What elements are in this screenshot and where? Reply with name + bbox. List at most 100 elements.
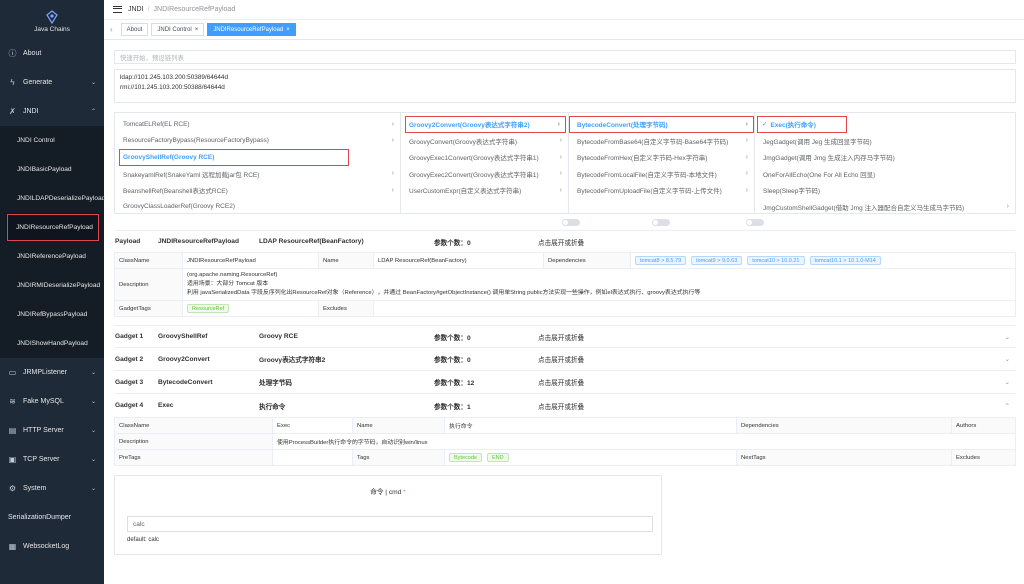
sidebar-item-websocketlog[interactable]: ▦ WebsocketLog: [0, 532, 104, 561]
chevron-down-icon: ⌄: [90, 457, 96, 463]
sidebar-item-jndi-resourceref[interactable]: JNDIResourceRefPayload: [6, 213, 100, 242]
sidebar-item-tcp-server[interactable]: ▣ TCP Server ⌄: [0, 445, 104, 474]
cascader-option[interactable]: ResourceFactoryBypass(ResourceFactoryByp…: [115, 133, 400, 150]
nexttags-label: NextTags: [736, 449, 952, 466]
cascader-option-selected[interactable]: ✓ Exec(执行命令): [757, 116, 847, 133]
tab-jndi-control[interactable]: JNDI Control ×: [151, 23, 205, 36]
cascader-option[interactable]: JmgGadget(调用 Jmg 生成注入内存马字节码): [755, 149, 1015, 166]
pretags-value: [272, 449, 353, 466]
check-icon: ✓: [762, 121, 768, 129]
close-icon[interactable]: ×: [286, 27, 290, 33]
gadget-row-2[interactable]: Gadget 2 Groovy2Convert Groovy表达式字符串2 参数…: [114, 348, 1016, 371]
sidebar-item-jndi-basic[interactable]: JNDIBasicPayload: [0, 155, 104, 184]
payload-name: JNDIResourceRefPayload: [158, 238, 239, 245]
main-content: 快速开始，预设链列表 ldap://101.245.103.200:50389/…: [104, 40, 1024, 584]
chevron-up-icon[interactable]: ⌃: [1004, 402, 1010, 410]
expand-toggle[interactable]: 点击展开或折叠: [538, 401, 584, 411]
switch-row: [114, 214, 1016, 230]
tab-about[interactable]: About: [120, 23, 149, 36]
cmd-input[interactable]: calc: [127, 516, 653, 532]
hamburger-icon[interactable]: [113, 6, 122, 13]
cascader-option[interactable]: BeanshellRef(Beanshell表达式RCE) ›: [115, 182, 400, 199]
sidebar-item-system[interactable]: ⚙ System ⌄: [0, 474, 104, 503]
cascader-option-selected[interactable]: GroovyShellRef(Groovy RCE): [119, 149, 349, 166]
chevron-right-icon: ›: [745, 186, 748, 194]
sidebar-item-generate[interactable]: ϟ Generate ⌄: [0, 68, 104, 97]
expand-toggle[interactable]: 点击展开或折叠: [538, 332, 584, 342]
expand-toggle[interactable]: 点击展开或折叠: [538, 237, 584, 247]
cascader-option[interactable]: JegGadget(调用 Jeg 生成回显字节码): [755, 133, 1015, 150]
navbar: JNDI / JNDIResourceRefPayload: [104, 0, 1024, 20]
sidebar-item-jndi-rmi-deserialize[interactable]: JNDIRMIDeserializePayload: [0, 271, 104, 300]
sidebar-item-serializationdumper[interactable]: SerializationDumper: [0, 503, 104, 532]
cascader-option[interactable]: SnakeyamlRef(SnakeYaml 远程加载jar包 RCE) ›: [115, 166, 400, 183]
chain-logo-icon: [46, 9, 58, 24]
breadcrumb-jndi[interactable]: JNDI: [128, 6, 144, 13]
cascader-option[interactable]: BytecodeFromUploadFile(自定义字节码-上传文件) ›: [569, 182, 754, 199]
cascader-option[interactable]: JmgCustomShellGadget(借助 Jmg 注入器配合自定义马生成马…: [755, 199, 1015, 216]
chevron-down-icon[interactable]: ⌄: [1004, 333, 1010, 341]
chevron-down-icon[interactable]: ⌄: [1004, 378, 1010, 386]
info-icon: ⓘ: [8, 49, 17, 58]
toggle-switch-2[interactable]: [652, 218, 670, 226]
chevron-down-icon[interactable]: ⌄: [1004, 355, 1010, 363]
cmd-default-hint: default: calc: [127, 537, 160, 543]
expand-toggle[interactable]: 点击展开或折叠: [538, 377, 584, 387]
expand-toggle[interactable]: 点击展开或折叠: [538, 354, 584, 364]
cascader-option[interactable]: BytecodeFromLocalFile(自定义字节码-本地文件) ›: [569, 166, 754, 183]
chevron-right-icon: ›: [391, 186, 394, 194]
sidebar-item-jndi-ldap-deserialize[interactable]: JNDILDAPDeserializePayload: [0, 184, 105, 213]
chevron-right-icon: ›: [559, 170, 562, 178]
cascader-option[interactable]: GroovyExec1Convert(Groovy表达式字符串1) ›: [401, 149, 568, 166]
listener-icon: ▭: [8, 368, 17, 377]
chevron-right-icon: ›: [745, 153, 748, 161]
close-icon[interactable]: ×: [195, 27, 199, 33]
tab-jndi-resourceref[interactable]: JNDIResourceRefPayload ×: [207, 23, 296, 36]
cascader-option[interactable]: BytecodeFromBase64(自定义字节码-Base64字节码) ›: [569, 133, 754, 150]
cascader-option[interactable]: GroovyExec2Convert(Groovy表达式字符串1) ›: [401, 166, 568, 183]
sidebar-item-jndi[interactable]: ✗ JNDI ⌃: [0, 97, 104, 126]
sidebar-item-jrmplistener[interactable]: ▭ JRMPListener ⌄: [0, 358, 104, 387]
excludes-label: Excludes: [951, 449, 1016, 466]
cascader-option[interactable]: OneForAllEcho(One For All Echo 回显): [755, 166, 1015, 183]
sidebar-item-fake-mysql[interactable]: ≋ Fake MySQL ⌄: [0, 387, 104, 416]
description-label: Description: [114, 268, 183, 301]
toggle-switch-3[interactable]: [746, 218, 764, 226]
jndi-icon: ✗: [9, 107, 16, 116]
cascader-option[interactable]: TomcatELRef(EL RCE) ›: [115, 116, 400, 133]
gadget-row-3[interactable]: Gadget 3 BytecodeConvert 处理字节码 参数个数：12 点…: [114, 371, 1016, 394]
cascader-option[interactable]: Sleep(Sleep字节码): [755, 182, 1015, 199]
sidebar-item-about[interactable]: ⓘ About: [0, 39, 104, 68]
sidebar-item-jndi-control[interactable]: JNDI Control: [0, 126, 104, 155]
toggle-switch-1[interactable]: [562, 218, 580, 226]
chevron-left-icon[interactable]: ‹: [110, 25, 113, 34]
cascader-option[interactable]: UserCustomExpr(自定义表达式字符串) ›: [401, 182, 568, 199]
payload-row[interactable]: Payload JNDIResourceRefPayload LDAP Reso…: [114, 230, 1016, 252]
cascader-column-3: BytecodeConvert(处理字节码) › BytecodeFromBase…: [569, 113, 755, 213]
sidebar-item-jndi-reference[interactable]: JNDIReferencePayload: [0, 242, 104, 271]
dependency-tag: tomcat10.1 > 10.1.0-M14: [809, 256, 881, 265]
cascader-option[interactable]: BytecodeFromHex(自定义字节码-Hex字符串) ›: [569, 149, 754, 166]
classname-label: ClassName: [114, 252, 183, 269]
sidebar-item-http-server[interactable]: ▤ HTTP Server ⌄: [0, 416, 104, 445]
payload-desc: LDAP ResourceRef(BeanFactory): [259, 238, 364, 245]
chevron-down-icon: ⌄: [90, 370, 96, 376]
classname-value: Exec: [272, 417, 353, 434]
rmi-url[interactable]: rmi://101.245.103.200:50388/64644d: [120, 83, 1010, 93]
sidebar-item-jndi-showhand[interactable]: JNDIShowHandPayload: [0, 329, 104, 358]
command-title: 命令 | cmd *: [370, 489, 406, 496]
description-value: (org.apache.naming.ResourceRef) 适用场景：大部分…: [182, 268, 1016, 301]
quick-start-select[interactable]: 快速开始，预设链列表: [114, 50, 1016, 64]
cascader-option-selected[interactable]: Groovy2Convert(Groovy表达式字符串2) ›: [405, 116, 566, 133]
cascader-option-selected[interactable]: BytecodeConvert(处理字节码) ›: [569, 116, 754, 133]
sidebar-item-jndi-refbypass[interactable]: JNDIRefBypassPayload: [0, 300, 104, 329]
dependency-tag: tomcat8 > 8.5.79: [635, 256, 687, 265]
gadget-row-1[interactable]: Gadget 1 GroovyShellRef Groovy RCE 参数个数：…: [114, 325, 1016, 348]
jndi-url-box[interactable]: ldap://101.245.103.200:50389/64644d rmi:…: [114, 69, 1016, 103]
chevron-right-icon: ›: [745, 137, 748, 145]
payload-param-count: 参数个数：0: [434, 239, 471, 247]
gadget-row-4[interactable]: Gadget 4 Exec 执行命令 参数个数：1 点击展开或折叠 ⌃: [114, 394, 1016, 417]
ldap-url[interactable]: ldap://101.245.103.200:50389/64644d: [120, 73, 1010, 83]
cascader-option[interactable]: GroovyConvert(Groovy表达式字符串) ›: [401, 133, 568, 150]
cascader-option[interactable]: GroovyClassLoaderRef(Groovy RCE2): [115, 199, 400, 216]
